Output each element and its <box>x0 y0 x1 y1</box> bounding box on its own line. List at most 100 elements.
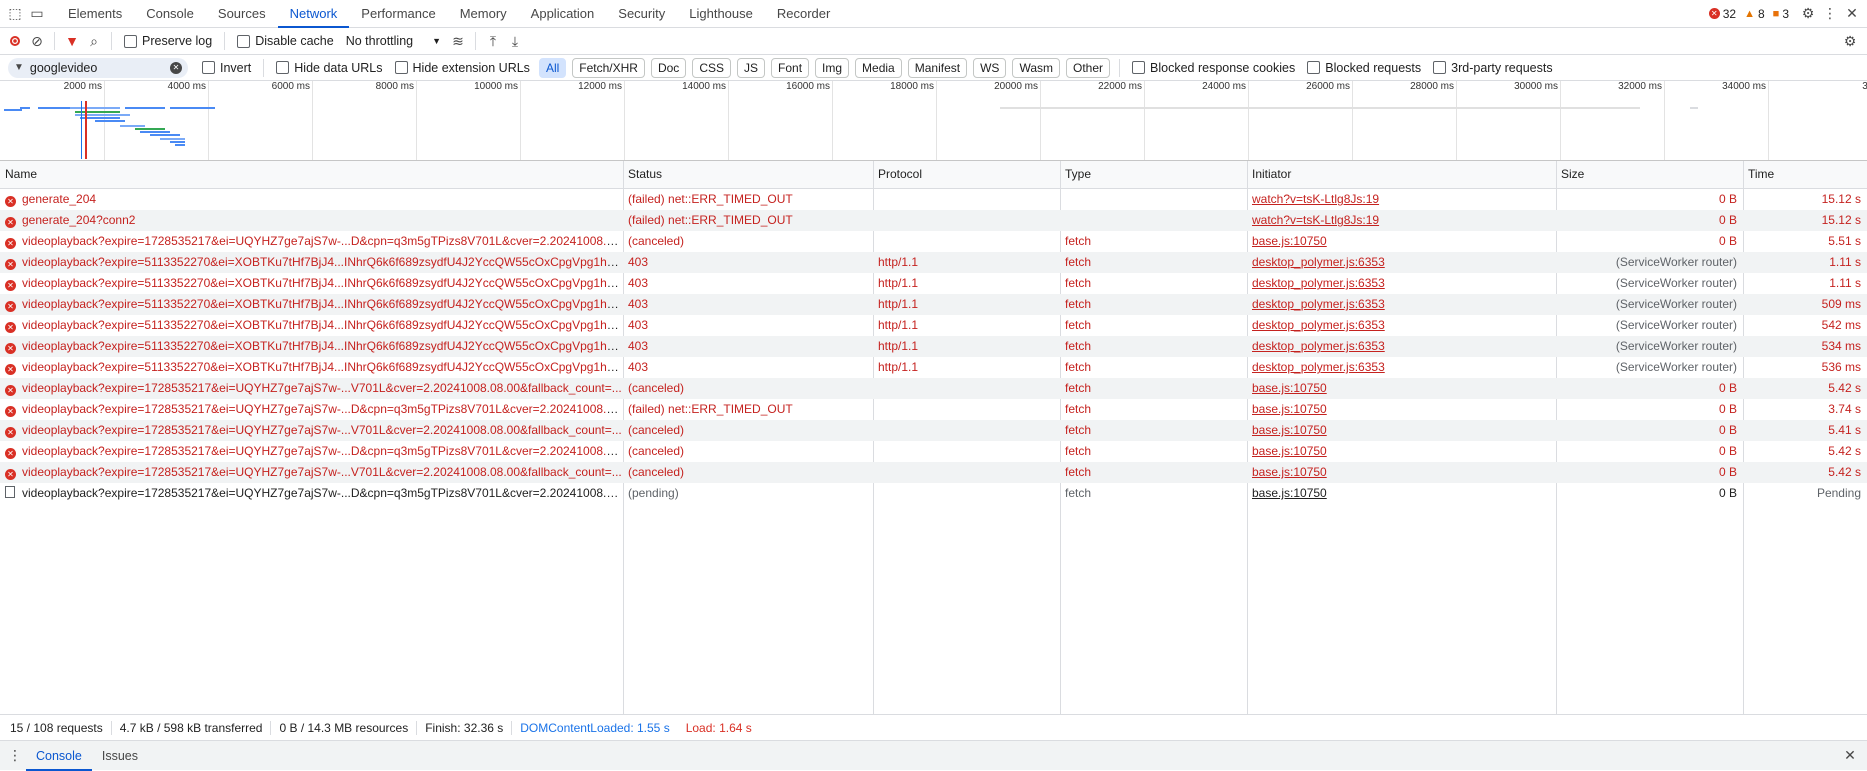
tab-network[interactable]: Network <box>277 0 350 28</box>
column-header-size[interactable]: Size <box>1556 161 1743 188</box>
cell-initiator[interactable]: base.js:10750 <box>1247 441 1556 462</box>
cell-initiator[interactable]: desktop_polymer.js:6353 <box>1247 315 1556 336</box>
filter-type-all[interactable]: All <box>538 57 567 78</box>
third-party-requests-checkbox[interactable]: 3rd-party requests <box>1433 61 1553 75</box>
warning-count-badge[interactable]: ▲ 8 <box>1744 7 1765 21</box>
blocked-requests-checkbox[interactable]: Blocked requests <box>1307 61 1421 75</box>
cell-initiator[interactable]: desktop_polymer.js:6353 <box>1247 273 1556 294</box>
initiator-value[interactable]: desktop_polymer.js:6353 <box>1252 276 1385 290</box>
filter-input[interactable]: ▼ googlevideo ✕ <box>8 57 188 78</box>
table-row[interactable]: ✕ videoplayback?expire=1728535217&ei=UQYH… <box>0 231 1867 252</box>
column-header-initiator[interactable]: Initiator <box>1247 161 1556 188</box>
filter-type-img[interactable]: Img <box>815 57 850 78</box>
cell-initiator[interactable]: base.js:10750 <box>1247 378 1556 399</box>
table-row[interactable]: ✕ videoplayback?expire=5113352270&ei=XOBT… <box>0 315 1867 336</box>
import-har-icon[interactable]: ⤒ <box>482 30 504 52</box>
cell-initiator[interactable]: watch?v=tsK-Ltlg8Js:19 <box>1247 210 1556 231</box>
column-header-time[interactable]: Time <box>1743 161 1867 188</box>
initiator-value[interactable]: base.js:10750 <box>1252 465 1327 479</box>
initiator-value[interactable]: base.js:10750 <box>1252 444 1327 458</box>
search-icon[interactable]: ⌕ <box>83 30 105 52</box>
filter-type-fetchxhr[interactable]: Fetch/XHR <box>572 57 645 78</box>
table-row[interactable]: ✕ videoplayback?expire=5113352270&ei=XOBT… <box>0 357 1867 378</box>
initiator-value[interactable]: base.js:10750 <box>1252 402 1327 416</box>
initiator-value[interactable]: watch?v=tsK-Ltlg8Js:19 <box>1252 213 1379 227</box>
record-stop-icon[interactable] <box>4 30 26 52</box>
tab-sources[interactable]: Sources <box>206 0 278 28</box>
column-header-protocol[interactable]: Protocol <box>873 161 1060 188</box>
table-row[interactable]: ✕ generate_204 (failed) net::ERR_TIMED_OUT… <box>0 189 1867 210</box>
column-header-status[interactable]: Status <box>623 161 873 188</box>
tab-console[interactable]: Console <box>134 0 206 28</box>
drawer-menu-icon[interactable]: ⋮ <box>4 745 26 767</box>
column-header-name[interactable]: Name <box>0 161 623 188</box>
table-row[interactable]: videoplayback?expire=1728535217&ei=UQYHZ… <box>0 483 1867 504</box>
cell-initiator[interactable]: base.js:10750 <box>1247 399 1556 420</box>
table-row[interactable]: ✕ videoplayback?expire=1728535217&ei=UQYH… <box>0 399 1867 420</box>
settings-gear-icon[interactable]: ⚙ <box>1797 3 1819 25</box>
disable-cache-checkbox[interactable]: Disable cache <box>237 34 334 48</box>
cell-initiator[interactable]: watch?v=tsK-Ltlg8Js:19 <box>1247 189 1556 210</box>
filter-type-wasm[interactable]: Wasm <box>1012 57 1060 78</box>
hide-data-urls-checkbox[interactable]: Hide data URLs <box>276 61 383 75</box>
tab-recorder[interactable]: Recorder <box>765 0 842 28</box>
blocked-response-cookies-checkbox[interactable]: Blocked response cookies <box>1132 61 1295 75</box>
tab-elements[interactable]: Elements <box>56 0 134 28</box>
close-drawer-icon[interactable]: ✕ <box>1839 745 1861 767</box>
filter-type-other[interactable]: Other <box>1066 57 1111 78</box>
table-row[interactable]: ✕ videoplayback?expire=5113352270&ei=XOBT… <box>0 273 1867 294</box>
table-row[interactable]: ✕ videoplayback?expire=1728535217&ei=UQYH… <box>0 441 1867 462</box>
table-row[interactable]: ✕ videoplayback?expire=5113352270&ei=XOBT… <box>0 336 1867 357</box>
initiator-value[interactable]: watch?v=tsK-Ltlg8Js:19 <box>1252 192 1379 206</box>
initiator-value[interactable]: desktop_polymer.js:6353 <box>1252 318 1385 332</box>
cell-initiator[interactable]: desktop_polymer.js:6353 <box>1247 357 1556 378</box>
tab-application[interactable]: Application <box>519 0 607 28</box>
initiator-value[interactable]: desktop_polymer.js:6353 <box>1252 339 1385 353</box>
initiator-value[interactable]: desktop_polymer.js:6353 <box>1252 297 1385 311</box>
table-row[interactable]: ✕ generate_204?conn2 (failed) net::ERR_TIM… <box>0 210 1867 231</box>
clear-filter-icon[interactable]: ✕ <box>170 61 182 74</box>
table-row[interactable]: ✕ videoplayback?expire=1728535217&ei=UQYH… <box>0 378 1867 399</box>
filter-type-manifest[interactable]: Manifest <box>907 57 968 78</box>
inspect-element-icon[interactable]: ⬚ <box>4 3 26 25</box>
initiator-value[interactable]: base.js:10750 <box>1252 423 1327 437</box>
filter-type-css[interactable]: CSS <box>692 57 731 78</box>
initiator-value[interactable]: base.js:10750 <box>1252 234 1327 248</box>
table-row[interactable]: ✕ videoplayback?expire=5113352270&ei=XOBT… <box>0 252 1867 273</box>
error-count-badge[interactable]: ✕ 32 <box>1708 7 1736 21</box>
cell-initiator[interactable]: base.js:10750 <box>1247 483 1556 504</box>
tab-performance[interactable]: Performance <box>349 0 447 28</box>
filter-type-media[interactable]: Media <box>855 57 902 78</box>
filter-type-ws[interactable]: WS <box>973 57 1007 78</box>
tab-lighthouse[interactable]: Lighthouse <box>677 0 765 28</box>
cell-initiator[interactable]: desktop_polymer.js:6353 <box>1247 336 1556 357</box>
network-settings-gear-icon[interactable]: ⚙ <box>1839 30 1861 52</box>
initiator-value[interactable]: desktop_polymer.js:6353 <box>1252 255 1385 269</box>
initiator-value[interactable]: desktop_polymer.js:6353 <box>1252 360 1385 374</box>
cell-initiator[interactable]: desktop_polymer.js:6353 <box>1247 294 1556 315</box>
drawer-tab-console[interactable]: Console <box>26 741 92 771</box>
column-header-type[interactable]: Type <box>1060 161 1247 188</box>
device-toolbar-icon[interactable]: ▭ <box>26 3 48 25</box>
filter-type-js[interactable]: JS <box>737 57 766 78</box>
filter-type-doc[interactable]: Doc <box>650 57 687 78</box>
close-devtools-icon[interactable]: ✕ <box>1841 3 1863 25</box>
table-row[interactable]: ✕ videoplayback?expire=1728535217&ei=UQYH… <box>0 462 1867 483</box>
initiator-value[interactable]: base.js:10750 <box>1252 381 1327 395</box>
preserve-log-checkbox[interactable]: Preserve log <box>124 34 212 48</box>
timeline-overview[interactable]: 2000 ms 4000 ms 6000 ms 8000 ms 10000 ms 1200… <box>0 81 1867 161</box>
clear-icon[interactable]: ⊘ <box>26 30 48 52</box>
cell-initiator[interactable]: base.js:10750 <box>1247 462 1556 483</box>
hide-extension-urls-checkbox[interactable]: Hide extension URLs <box>394 61 530 75</box>
table-row[interactable]: ✕ videoplayback?expire=1728535217&ei=UQYH… <box>0 420 1867 441</box>
tab-memory[interactable]: Memory <box>448 0 519 28</box>
export-har-icon[interactable]: ⤓ <box>504 30 526 52</box>
cell-initiator[interactable]: desktop_polymer.js:6353 <box>1247 252 1556 273</box>
tab-security[interactable]: Security <box>606 0 677 28</box>
invert-checkbox[interactable]: Invert <box>202 61 251 75</box>
info-count-badge[interactable]: ■ 3 <box>1773 7 1789 21</box>
network-conditions-icon[interactable]: ≋ <box>447 30 469 52</box>
cell-initiator[interactable]: base.js:10750 <box>1247 231 1556 252</box>
throttling-select[interactable]: No throttling ▼ <box>346 34 441 48</box>
filter-type-font[interactable]: Font <box>771 57 810 78</box>
